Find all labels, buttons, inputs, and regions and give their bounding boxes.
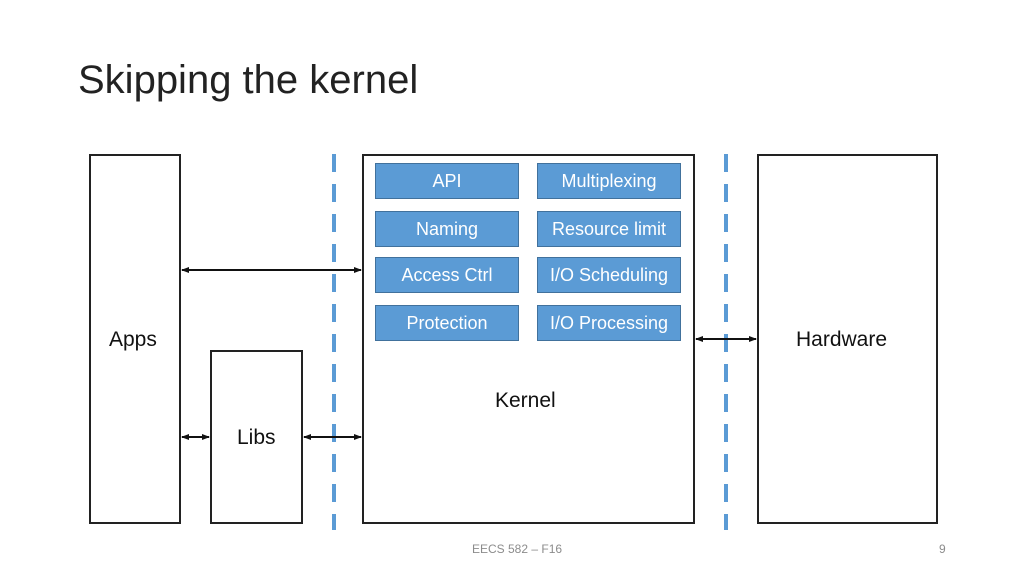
diagram-connectors bbox=[181, 154, 757, 530]
footer-text: EECS 582 – F16 bbox=[472, 542, 563, 556]
page-number: 9 bbox=[939, 542, 946, 556]
